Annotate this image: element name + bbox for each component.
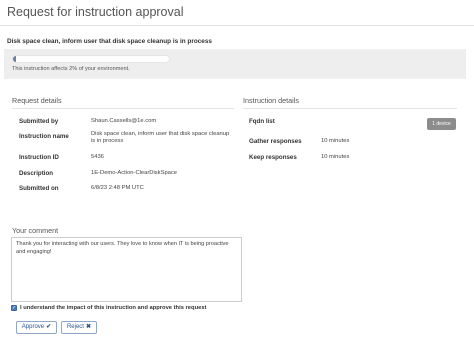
instruction-name-label: Instruction name bbox=[19, 133, 69, 140]
impact-progress-fill bbox=[13, 56, 17, 62]
submitted-by-value: Shaun.Cassells@1e.com bbox=[91, 118, 157, 124]
submitted-on-value: 6/8/23 2:48 PM UTC bbox=[91, 185, 144, 191]
request-details-heading: Request details bbox=[12, 96, 62, 105]
request-details-divider bbox=[12, 108, 234, 109]
approve-button-label: Approve bbox=[21, 324, 45, 330]
instruction-details-heading: Instruction details bbox=[243, 96, 299, 105]
submitted-by-label: Submitted by bbox=[19, 118, 59, 125]
instruction-subtitle: Disk space clean, inform user that disk … bbox=[7, 38, 212, 45]
check-icon: ✔ bbox=[46, 324, 52, 330]
description-label: Description bbox=[19, 170, 54, 177]
impact-progress-bar bbox=[12, 55, 170, 63]
approve-button[interactable]: Approve ✔ bbox=[16, 321, 57, 334]
submitted-on-label: Submitted on bbox=[19, 185, 59, 192]
instruction-name-value: Disk space clean, inform user that disk … bbox=[91, 131, 230, 145]
reject-button-label: Reject bbox=[66, 324, 84, 330]
impact-text: This instruction affects 2% of your envi… bbox=[12, 66, 130, 72]
comment-textarea[interactable]: Thank you for interacting with our users… bbox=[11, 237, 242, 302]
gather-responses-value: 10 minutes bbox=[321, 138, 350, 144]
approve-confirm-label: I understand the impact of this instruct… bbox=[20, 305, 207, 311]
gather-responses-label: Gather responses bbox=[249, 138, 302, 145]
title-divider bbox=[0, 25, 474, 26]
instruction-details-divider bbox=[243, 108, 457, 109]
description-value: 1E-Demo-Action-ClearDiskSpace bbox=[91, 170, 178, 176]
fqdn-list-label: Fqdn list bbox=[249, 118, 275, 125]
instruction-id-value: 5436 bbox=[91, 154, 104, 160]
approve-confirm-checkbox[interactable]: ✓ bbox=[11, 305, 17, 311]
environment-impact-panel: This instruction affects 2% of your envi… bbox=[4, 49, 466, 79]
reject-button[interactable]: Reject ✖ bbox=[61, 321, 97, 334]
device-count-badge[interactable]: 1 device bbox=[427, 118, 456, 130]
comment-heading: Your comment bbox=[12, 226, 59, 235]
keep-responses-value: 10 minutes bbox=[321, 154, 350, 160]
instruction-id-label: Instruction ID bbox=[19, 154, 59, 161]
x-icon: ✖ bbox=[85, 324, 92, 330]
page-title: Request for instruction approval bbox=[7, 5, 184, 19]
keep-responses-label: Keep responses bbox=[249, 154, 297, 161]
